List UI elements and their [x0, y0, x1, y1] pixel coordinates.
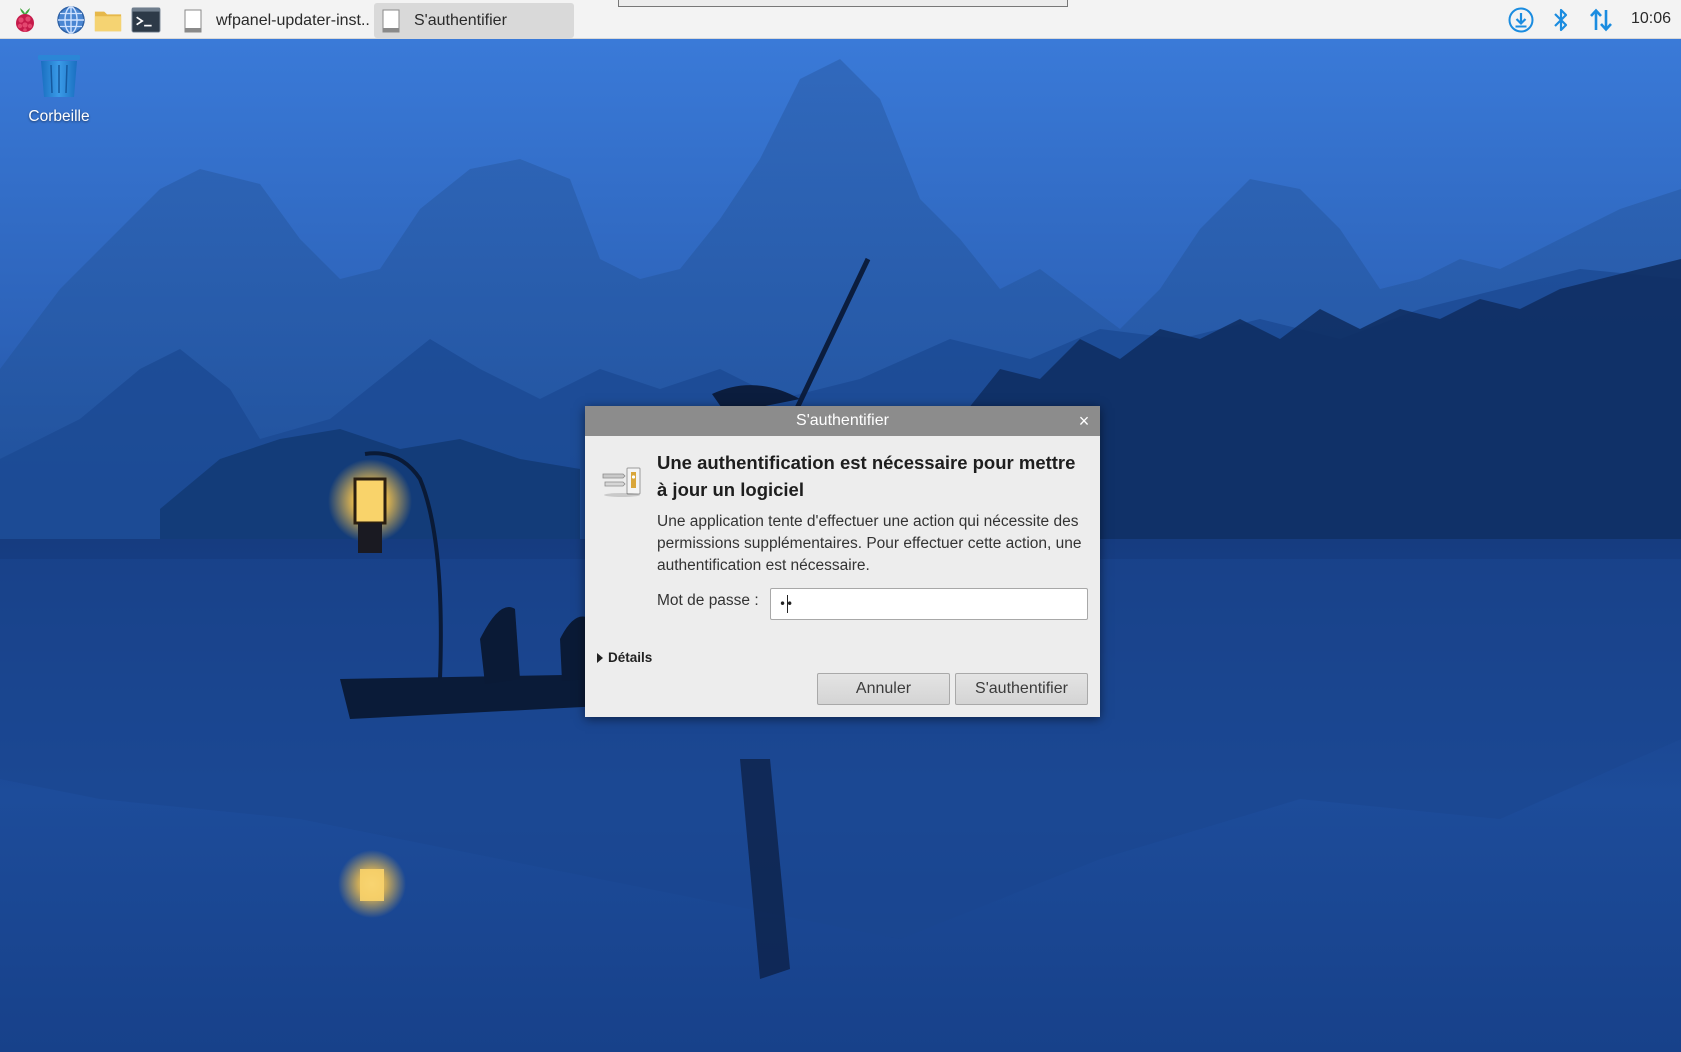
taskbar: wfpanel-updater-inst.. S'authentifier 10… [0, 0, 1681, 39]
password-input[interactable] [770, 588, 1088, 620]
document-icon [184, 9, 202, 32]
taskbar-task-label: S'authentifier [414, 11, 507, 29]
taskbar-task-updater[interactable]: wfpanel-updater-inst.. [176, 3, 372, 38]
web-browser-icon[interactable] [56, 5, 86, 35]
clock[interactable]: 10:06 [1631, 10, 1671, 28]
expander-arrow-icon [597, 652, 603, 663]
panel-strip [618, 0, 1068, 7]
desktop-icon-label: Corbeille [28, 108, 90, 125]
dialog-titlebar[interactable]: S'authentifier × [585, 406, 1100, 436]
terminal-icon[interactable] [131, 5, 161, 35]
updater-download-icon[interactable] [1508, 7, 1534, 33]
password-label: Mot de passe : [657, 592, 759, 609]
trash-icon [38, 55, 80, 97]
document-icon [382, 9, 400, 32]
dialog-message: Une application tente d'effectuer une ac… [657, 513, 1082, 574]
desktop-icon-trash[interactable]: Corbeille [14, 53, 104, 126]
taskbar-task-authenticate[interactable]: S'authentifier [374, 3, 574, 38]
auth-dialog: S'authentifier × Une authentification es… [585, 406, 1100, 717]
file-manager-icon[interactable] [93, 5, 123, 35]
dialog-title: S'authentifier [796, 412, 889, 429]
details-label: Détails [608, 650, 653, 665]
network-updown-icon[interactable] [1588, 7, 1614, 33]
authenticate-button[interactable]: S'authentifier [955, 673, 1088, 705]
bluetooth-icon[interactable] [1548, 7, 1574, 33]
taskbar-task-label: wfpanel-updater-inst.. [216, 11, 370, 29]
close-button[interactable]: × [1074, 406, 1094, 436]
dialog-heading: Une authentification est nécessaire pour… [657, 452, 1076, 500]
details-expander[interactable]: Détails [597, 650, 652, 665]
raspberry-menu-icon[interactable] [10, 5, 40, 35]
cancel-button[interactable]: Annuler [817, 673, 950, 705]
text-caret [787, 595, 788, 613]
keys-icon [602, 467, 641, 497]
